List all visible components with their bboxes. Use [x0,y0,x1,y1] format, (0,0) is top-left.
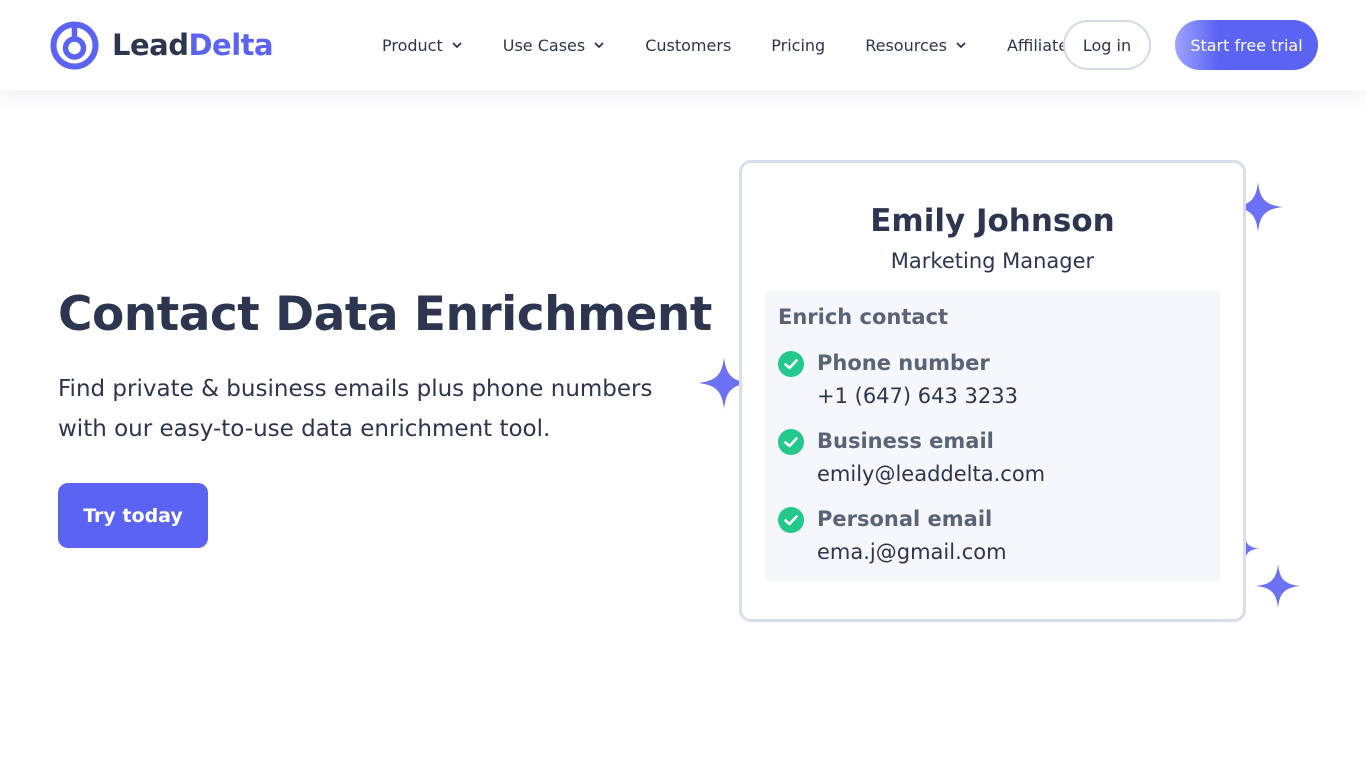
logo-delta: Delta [188,28,274,62]
nav-item-product[interactable]: Product [382,36,463,55]
nav-item-label: Product [382,35,443,55]
nav-item-resources[interactable]: Resources [865,36,967,55]
enrich-item-label: Business email [817,429,994,453]
contact-role: Marketing Manager [890,249,1095,273]
check-circle-icon [778,429,804,455]
check-circle-icon [778,507,804,533]
nav-item-label: Use Cases [502,35,586,55]
nav-item-use-cases[interactable]: Use Cases [503,36,605,55]
enrich-item-value: +1 (647) 643 3233 [817,384,1018,408]
enrich-contact-title: Enrich contact [778,305,949,329]
contact-name: Emily Johnson [870,203,1115,239]
enrich-item-label: Personal email [817,507,993,531]
nav-item-label: Pricing [771,35,826,55]
enrich-item-label: Phone number [817,351,990,375]
hero-subtitle: Find private & business emails plus phon… [58,376,653,442]
sparkle-icon [1256,564,1300,608]
nav-item-customers[interactable]: Customers [645,36,731,55]
enrich-item-value: ema.j@gmail.com [817,540,1007,564]
enrich-item-value: emily@leaddelta.com [817,462,1046,486]
leaddelta-logo-icon [50,21,99,69]
contact-card: Emily Johnson Marketing Manager Enrich c… [739,160,1246,622]
nav-item-label: Customers [645,35,732,55]
enrich-contact-panel: Enrich contact Phone number +1 (647) 643… [765,290,1220,582]
chevron-down-icon [594,42,604,48]
site-header: LeadDelta Product Use Cases Customers Pr… [0,0,1366,90]
login-button[interactable]: Log in [1063,20,1151,70]
leaddelta-logo[interactable]: LeadDelta [50,20,274,70]
nav-item-label: Resources [865,35,947,55]
logo-wordmark: LeadDelta [112,28,274,62]
main-nav: Product Use Cases Customers Pricing Reso… [382,0,1077,90]
check-circle-icon [778,351,804,377]
try-today-button[interactable]: Try today [58,483,208,548]
logo-lead: Lead [112,28,189,62]
nav-item-pricing[interactable]: Pricing [771,36,825,55]
chevron-down-icon [956,42,966,48]
chevron-down-icon [452,42,462,48]
hero-title: Contact Data Enrichment [58,287,712,342]
start-free-trial-button[interactable]: Start free trial [1175,20,1318,70]
